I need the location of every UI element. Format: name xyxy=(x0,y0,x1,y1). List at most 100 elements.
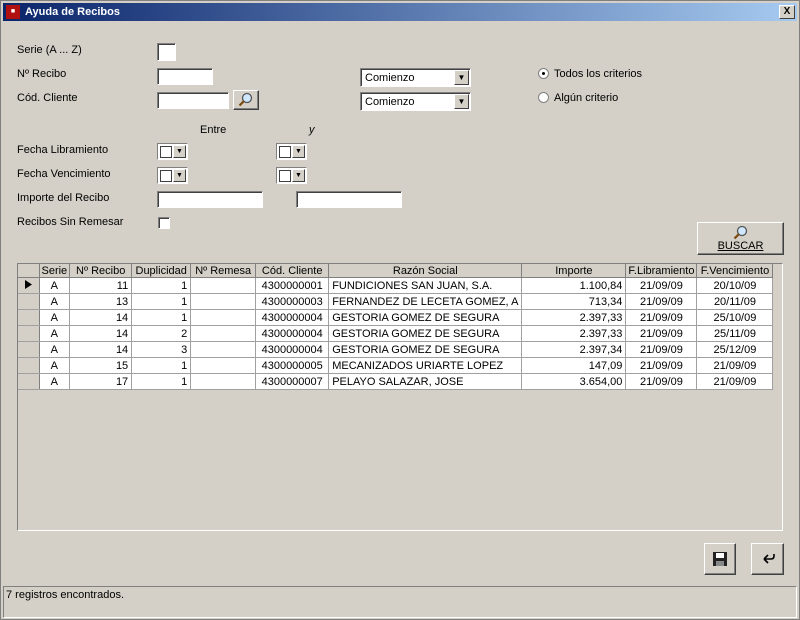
table-cell[interactable]: 20/11/09 xyxy=(696,293,774,310)
chevron-down-icon[interactable]: ▼ xyxy=(454,70,469,85)
save-button[interactable] xyxy=(704,543,736,575)
table-cell[interactable]: 1 xyxy=(131,277,192,294)
table-cell[interactable]: 1.100,84 xyxy=(521,277,627,294)
serie-input[interactable] xyxy=(158,44,175,60)
table-cell[interactable]: 147,09 xyxy=(521,357,627,374)
table-cell[interactable]: 21/09/09 xyxy=(625,277,698,294)
table-cell[interactable]: 2 xyxy=(131,325,192,342)
table-cell[interactable]: A xyxy=(39,373,71,390)
fecha-vencimiento-to-picker[interactable]: ▼ xyxy=(276,167,307,184)
row-indicator[interactable] xyxy=(18,373,40,390)
table-cell[interactable]: A xyxy=(39,341,71,358)
table-cell[interactable]: PELAYO SALAZAR, JOSE xyxy=(328,373,523,390)
table-cell[interactable] xyxy=(190,325,257,342)
table-cell[interactable]: 713,34 xyxy=(521,293,627,310)
date-checkbox[interactable] xyxy=(279,170,291,182)
recibo-input[interactable] xyxy=(158,69,212,84)
table-cell[interactable]: 21/09/09 xyxy=(696,373,774,390)
table-cell[interactable]: 2.397,34 xyxy=(521,341,627,358)
table-row[interactable]: A 11 1 4300000001 FUNDICIONES SAN JUAN, S.A.… xyxy=(18,277,774,294)
date-checkbox[interactable] xyxy=(160,146,172,158)
results-grid[interactable]: Serie Nº Recibo Duplicidad Nº Remesa Cód. Cl… xyxy=(17,263,783,531)
table-cell[interactable] xyxy=(190,341,257,358)
column-header[interactable]: Nº Recibo xyxy=(69,264,133,278)
table-cell[interactable]: 21/09/09 xyxy=(625,357,698,374)
row-indicator[interactable] xyxy=(18,325,40,342)
recibo-match-select[interactable]: Comienzo ▼ xyxy=(360,68,471,87)
row-indicator[interactable] xyxy=(18,309,40,326)
table-cell[interactable]: 25/10/09 xyxy=(696,309,774,326)
column-header[interactable]: Cód. Cliente xyxy=(255,264,330,278)
undo-button[interactable] xyxy=(751,543,784,575)
criteria-any-radio[interactable] xyxy=(538,92,549,103)
column-header[interactable]: Duplicidad xyxy=(131,264,192,278)
table-cell[interactable]: GESTORIA GOMEZ DE SEGURA xyxy=(328,341,523,358)
date-checkbox[interactable] xyxy=(160,170,172,182)
row-indicator[interactable] xyxy=(18,277,40,294)
cliente-match-select[interactable]: Comienzo ▼ xyxy=(360,92,471,111)
table-cell[interactable]: 14 xyxy=(69,341,133,358)
table-cell[interactable]: A xyxy=(39,277,71,294)
table-cell[interactable]: 2.397,33 xyxy=(521,309,627,326)
sin-remesar-checkbox[interactable] xyxy=(158,217,170,229)
table-cell[interactable]: 21/09/09 xyxy=(625,373,698,390)
chevron-down-icon[interactable]: ▼ xyxy=(292,169,305,182)
table-cell[interactable]: A xyxy=(39,293,71,310)
recibo-field[interactable] xyxy=(157,68,213,85)
table-row[interactable]: A 17 1 4300000007 PELAYO SALAZAR, JOSE 3.654,… xyxy=(18,373,774,390)
table-cell[interactable]: 25/11/09 xyxy=(696,325,774,342)
cliente-field[interactable] xyxy=(157,92,229,109)
row-indicator[interactable] xyxy=(18,341,40,358)
table-cell[interactable]: 4300000001 xyxy=(255,277,330,294)
column-header[interactable]: F.Vencimiento xyxy=(696,264,774,278)
table-cell[interactable]: 13 xyxy=(69,293,133,310)
table-cell[interactable]: MECANIZADOS URIARTE LOPEZ xyxy=(328,357,523,374)
table-cell[interactable]: 21/09/09 xyxy=(625,293,698,310)
table-cell[interactable]: 21/09/09 xyxy=(625,325,698,342)
criteria-all-radio[interactable] xyxy=(538,68,549,79)
table-cell[interactable]: 4300000007 xyxy=(255,373,330,390)
table-row[interactable]: A 15 1 4300000005 MECANIZADOS URIARTE LOPEZ 1… xyxy=(18,357,774,374)
row-indicator[interactable] xyxy=(18,357,40,374)
chevron-down-icon[interactable]: ▼ xyxy=(292,145,305,158)
table-cell[interactable]: FERNANDEZ DE LECETA GOMEZ, A xyxy=(328,293,523,310)
importe-to-field[interactable] xyxy=(296,191,402,208)
table-cell[interactable]: GESTORIA GOMEZ DE SEGURA xyxy=(328,309,523,326)
table-cell[interactable]: 2.397,33 xyxy=(521,325,627,342)
table-row[interactable]: A 14 2 4300000004 GESTORIA GOMEZ DE SEGURA 2.… xyxy=(18,325,774,342)
criteria-any-label[interactable]: Algún criterio xyxy=(554,92,618,104)
table-cell[interactable]: 1 xyxy=(131,357,192,374)
column-header[interactable]: Razón Social xyxy=(328,264,523,278)
table-cell[interactable]: 1 xyxy=(131,373,192,390)
table-cell[interactable]: 1 xyxy=(131,293,192,310)
table-cell[interactable]: 14 xyxy=(69,325,133,342)
table-row[interactable]: A 14 1 4300000004 GESTORIA GOMEZ DE SEGURA 2.… xyxy=(18,309,774,326)
table-cell[interactable]: 4300000005 xyxy=(255,357,330,374)
chevron-down-icon[interactable]: ▼ xyxy=(454,94,469,109)
column-header[interactable]: Serie xyxy=(39,264,71,278)
table-cell[interactable] xyxy=(190,309,257,326)
table-cell[interactable]: 11 xyxy=(69,277,133,294)
table-cell[interactable]: 1 xyxy=(131,309,192,326)
table-cell[interactable]: 4300000004 xyxy=(255,325,330,342)
column-header[interactable]: F.Libramiento xyxy=(625,264,698,278)
fecha-libramiento-from-picker[interactable]: ▼ xyxy=(157,143,188,160)
table-cell[interactable]: 21/09/09 xyxy=(696,357,774,374)
table-cell[interactable]: 3 xyxy=(131,341,192,358)
cliente-lookup-button[interactable] xyxy=(233,90,259,110)
importe-from-input[interactable] xyxy=(158,192,262,207)
serie-field[interactable] xyxy=(157,43,176,61)
column-header[interactable]: Importe xyxy=(521,264,627,278)
table-cell[interactable]: A xyxy=(39,357,71,374)
table-cell[interactable]: 20/10/09 xyxy=(696,277,774,294)
importe-from-field[interactable] xyxy=(157,191,263,208)
fecha-libramiento-to-picker[interactable]: ▼ xyxy=(276,143,307,160)
table-cell[interactable]: 15 xyxy=(69,357,133,374)
importe-to-input[interactable] xyxy=(297,192,401,207)
table-row[interactable]: A 13 1 4300000003 FERNANDEZ DE LECETA GOMEZ,… xyxy=(18,293,774,310)
fecha-vencimiento-from-picker[interactable]: ▼ xyxy=(157,167,188,184)
table-cell[interactable] xyxy=(190,277,257,294)
table-cell[interactable] xyxy=(190,373,257,390)
date-checkbox[interactable] xyxy=(279,146,291,158)
table-cell[interactable]: A xyxy=(39,309,71,326)
